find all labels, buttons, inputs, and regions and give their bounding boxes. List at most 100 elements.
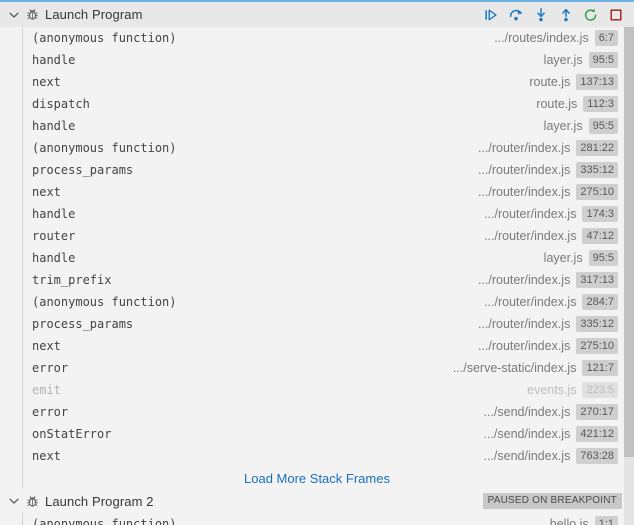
- stack-frame-row[interactable]: process_params .../router/index.js 335:1…: [0, 159, 634, 181]
- chevron-down-icon[interactable]: [6, 493, 22, 509]
- frame-position-badge: 317:13: [576, 272, 618, 288]
- frame-source-file: .../router/index.js: [478, 273, 570, 287]
- frame-source-file: .../router/index.js: [484, 229, 576, 243]
- chevron-down-icon[interactable]: [6, 7, 22, 23]
- stack-frame-row[interactable]: onStatError .../send/index.js 421:12: [0, 423, 634, 445]
- frame-function-name: (anonymous function): [32, 31, 177, 45]
- frame-function-name: error: [32, 361, 68, 375]
- bug-icon: [24, 493, 40, 509]
- debug-call-stack-panel: Launch Program: [0, 0, 634, 525]
- stack-frame-row[interactable]: (anonymous function) hello.js 1:1: [0, 513, 634, 525]
- frame-source-file: .../router/index.js: [478, 185, 570, 199]
- step-into-button[interactable]: [533, 7, 549, 23]
- frame-location: layer.js 95:5: [532, 118, 618, 134]
- stack-frame-row[interactable]: next route.js 137:13: [0, 71, 634, 93]
- frame-function-name: handle: [32, 251, 75, 265]
- frame-location: .../router/index.js 281:22: [466, 140, 618, 156]
- stack-frame-row[interactable]: next .../router/index.js 275:10: [0, 335, 634, 357]
- step-over-button[interactable]: [508, 7, 524, 23]
- stop-button[interactable]: [608, 7, 624, 23]
- scrollbar-thumb[interactable]: [624, 27, 634, 457]
- frame-location: .../router/index.js 275:10: [466, 184, 618, 200]
- frame-function-name: onStatError: [32, 427, 111, 441]
- frame-function-name: (anonymous function): [32, 517, 177, 525]
- frame-function-name: process_params: [32, 163, 133, 177]
- stack-frame-row[interactable]: next .../send/index.js 763:28: [0, 445, 634, 467]
- frame-function-name: next: [32, 185, 61, 199]
- stack-frame-row[interactable]: next .../router/index.js 275:10: [0, 181, 634, 203]
- frame-position-badge: 275:10: [576, 184, 618, 200]
- frame-position-badge: 270:17: [576, 404, 618, 420]
- stack-frame-row[interactable]: handle layer.js 95:5: [0, 49, 634, 71]
- frame-position-badge: 112:3: [583, 96, 618, 112]
- frame-position-badge: 121:7: [582, 360, 618, 376]
- stack-frame-row[interactable]: (anonymous function) .../router/index.js…: [0, 291, 634, 313]
- stack-frame-row[interactable]: (anonymous function) .../routes/index.js…: [0, 27, 634, 49]
- frame-location: events.js 223:5: [515, 382, 618, 398]
- stack-frame-list-2: (anonymous function) hello.js 1:1: [0, 513, 634, 525]
- session-title: Launch Program 2: [45, 494, 154, 509]
- frame-function-name: next: [32, 75, 61, 89]
- frame-location: .../router/index.js 275:10: [466, 338, 618, 354]
- load-more-row: Load More Stack Frames: [0, 467, 634, 489]
- frame-function-name: emit: [32, 383, 61, 397]
- frame-location: .../router/index.js 335:12: [466, 316, 618, 332]
- frame-position-badge: 281:22: [576, 140, 618, 156]
- frame-position-badge: 284:7: [582, 294, 618, 310]
- stack-frame-row[interactable]: handle layer.js 95:5: [0, 115, 634, 137]
- frame-position-badge: 421:12: [576, 426, 618, 442]
- frame-location: .../router/index.js 47:12: [472, 228, 618, 244]
- frame-function-name: handle: [32, 207, 75, 221]
- frame-function-name: (anonymous function): [32, 295, 177, 309]
- frame-source-file: .../router/index.js: [478, 339, 570, 353]
- frame-source-file: .../router/index.js: [478, 163, 570, 177]
- frame-location: route.js 112:3: [524, 96, 618, 112]
- frame-location: .../routes/index.js 6:7: [482, 30, 618, 46]
- continue-button[interactable]: [483, 7, 499, 23]
- frame-function-name: router: [32, 229, 75, 243]
- debug-toolbar: [483, 2, 624, 27]
- frame-location: .../send/index.js 763:28: [471, 448, 618, 464]
- frame-location: .../send/index.js 270:17: [471, 404, 618, 420]
- stack-frame-row[interactable]: trim_prefix .../router/index.js 317:13: [0, 269, 634, 291]
- vertical-scrollbar[interactable]: [624, 27, 634, 525]
- frame-source-file: .../router/index.js: [484, 295, 576, 309]
- frame-function-name: (anonymous function): [32, 141, 177, 155]
- frame-source-file: route.js: [529, 75, 570, 89]
- frame-function-name: process_params: [32, 317, 133, 331]
- frame-location: layer.js 95:5: [532, 52, 618, 68]
- frame-source-file: .../send/index.js: [483, 449, 570, 463]
- frame-function-name: handle: [32, 119, 75, 133]
- frame-function-name: trim_prefix: [32, 273, 111, 287]
- frame-function-name: dispatch: [32, 97, 90, 111]
- frame-position-badge: 47:12: [582, 228, 618, 244]
- frame-location: .../send/index.js 421:12: [471, 426, 618, 442]
- stack-frame-row[interactable]: dispatch route.js 112:3: [0, 93, 634, 115]
- frame-position-badge: 275:10: [576, 338, 618, 354]
- frame-function-name: error: [32, 405, 68, 419]
- frame-position-badge: 335:12: [576, 316, 618, 332]
- frame-location: layer.js 95:5: [532, 250, 618, 266]
- stack-frame-row[interactable]: handle .../router/index.js 174:3: [0, 203, 634, 225]
- stack-frame-row[interactable]: error .../serve-static/index.js 121:7: [0, 357, 634, 379]
- stack-frame-row[interactable]: (anonymous function) .../router/index.js…: [0, 137, 634, 159]
- frame-source-file: hello.js: [550, 517, 589, 525]
- stack-frame-row[interactable]: router .../router/index.js 47:12: [0, 225, 634, 247]
- frame-source-file: .../serve-static/index.js: [453, 361, 577, 375]
- frame-position-badge: 223:5: [582, 382, 618, 398]
- session-header-launch-program-2[interactable]: Launch Program 2 PAUSED ON BREAKPOINT: [0, 489, 634, 513]
- stack-frame-row-deemphasized[interactable]: emit events.js 223:5: [0, 379, 634, 401]
- stack-frame-row[interactable]: error .../send/index.js 270:17: [0, 401, 634, 423]
- restart-button[interactable]: [583, 7, 599, 23]
- bug-icon: [24, 7, 40, 23]
- load-more-stack-frames-link[interactable]: Load More Stack Frames: [244, 471, 390, 486]
- frame-position-badge: 95:5: [589, 118, 618, 134]
- frame-source-file: events.js: [527, 383, 576, 397]
- step-out-button[interactable]: [558, 7, 574, 23]
- stack-frame-row[interactable]: handle layer.js 95:5: [0, 247, 634, 269]
- frame-function-name: next: [32, 339, 61, 353]
- stack-frame-row[interactable]: process_params .../router/index.js 335:1…: [0, 313, 634, 335]
- frame-location: hello.js 1:1: [538, 516, 618, 525]
- session-header-launch-program[interactable]: Launch Program: [0, 2, 634, 27]
- frame-position-badge: 174:3: [582, 206, 618, 222]
